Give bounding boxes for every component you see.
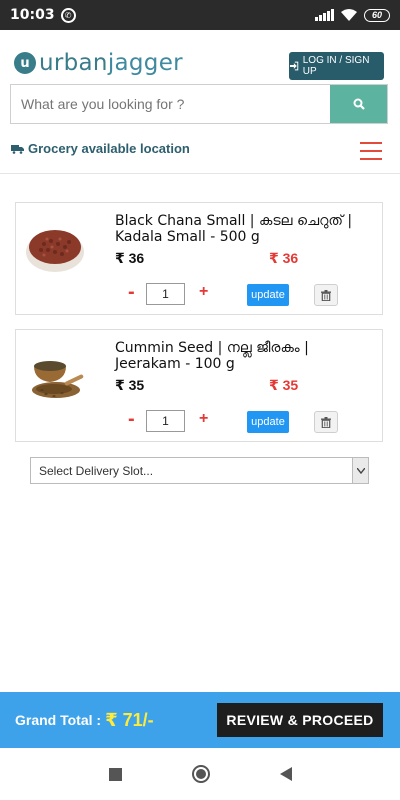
- quantity-increase-button[interactable]: +: [199, 411, 208, 427]
- trash-icon: [321, 416, 331, 428]
- signal-icon: [315, 9, 334, 21]
- quantity-input[interactable]: [146, 283, 185, 305]
- delivery-slot-select[interactable]: Select Delivery Slot...: [30, 457, 369, 484]
- update-button[interactable]: update: [247, 284, 289, 306]
- cart-item: Cummin Seed | നല്ല ജീരകം | Jeerakam - 10…: [15, 329, 383, 442]
- android-nav-bar: [0, 748, 400, 800]
- login-signup-label: LOG IN / SIGN UP: [302, 55, 370, 77]
- grand-total-value: ₹ 71/-: [105, 709, 154, 730]
- chevron-down-icon: [352, 458, 368, 483]
- search-icon: [353, 98, 365, 110]
- product-image-black-chana: [26, 230, 84, 272]
- header-divider: [0, 173, 400, 174]
- sign-in-icon: [289, 61, 299, 71]
- review-proceed-button[interactable]: REVIEW & PROCEED: [217, 703, 383, 737]
- product-price: ₹ 36: [115, 250, 145, 266]
- logo-text: urbanjagger: [39, 50, 183, 76]
- grocery-location-label: Grocery available location: [28, 141, 190, 156]
- delete-button[interactable]: [314, 411, 338, 433]
- update-button[interactable]: update: [247, 411, 289, 433]
- header: u urbanjagger LOG IN / SIGN UP Grocery a…: [0, 30, 400, 170]
- delivery-slot-value: Select Delivery Slot...: [39, 463, 154, 478]
- home-icon[interactable]: [191, 765, 210, 783]
- product-name[interactable]: Cummin Seed | നല്ല ജീരകം | Jeerakam - 10…: [115, 340, 365, 372]
- product-sale-price: ₹ 36: [269, 250, 299, 266]
- grand-total-label: Grand Total :: [15, 712, 102, 728]
- search-bar: [10, 84, 388, 124]
- search-input[interactable]: [11, 85, 330, 123]
- wifi-icon: [341, 9, 357, 21]
- logo-mark-icon: u: [14, 52, 36, 74]
- quantity-decrease-button[interactable]: -: [128, 409, 135, 429]
- product-name[interactable]: Black Chana Small | കടല ചെറുത് | Kadala …: [115, 213, 365, 245]
- product-price: ₹ 35: [115, 377, 145, 393]
- status-time: 10:03: [10, 7, 55, 23]
- logo[interactable]: u urbanjagger: [14, 50, 183, 76]
- battery-icon: 60: [364, 8, 390, 22]
- back-icon[interactable]: [279, 767, 292, 781]
- quantity-decrease-button[interactable]: -: [128, 282, 135, 302]
- quantity-input[interactable]: [146, 410, 185, 432]
- product-image-cummin-seed: [32, 361, 84, 398]
- menu-icon[interactable]: [360, 142, 382, 160]
- delete-button[interactable]: [314, 284, 338, 306]
- grand-total-bar: Grand Total : ₹ 71/- REVIEW & PROCEED: [0, 692, 400, 748]
- login-signup-button[interactable]: LOG IN / SIGN UP: [289, 52, 384, 80]
- recents-icon[interactable]: [108, 767, 122, 781]
- grocery-location-link[interactable]: Grocery available location: [11, 141, 190, 156]
- truck-icon: [11, 144, 24, 154]
- whatsapp-icon: ✆: [60, 7, 76, 23]
- search-button[interactable]: [330, 85, 387, 123]
- trash-icon: [321, 289, 331, 301]
- status-bar: 10:03 ✆ 60: [0, 0, 400, 30]
- product-sale-price: ₹ 35: [269, 377, 299, 393]
- cart-item: Black Chana Small | കടല ചെറുത് | Kadala …: [15, 202, 383, 315]
- quantity-increase-button[interactable]: +: [199, 284, 208, 300]
